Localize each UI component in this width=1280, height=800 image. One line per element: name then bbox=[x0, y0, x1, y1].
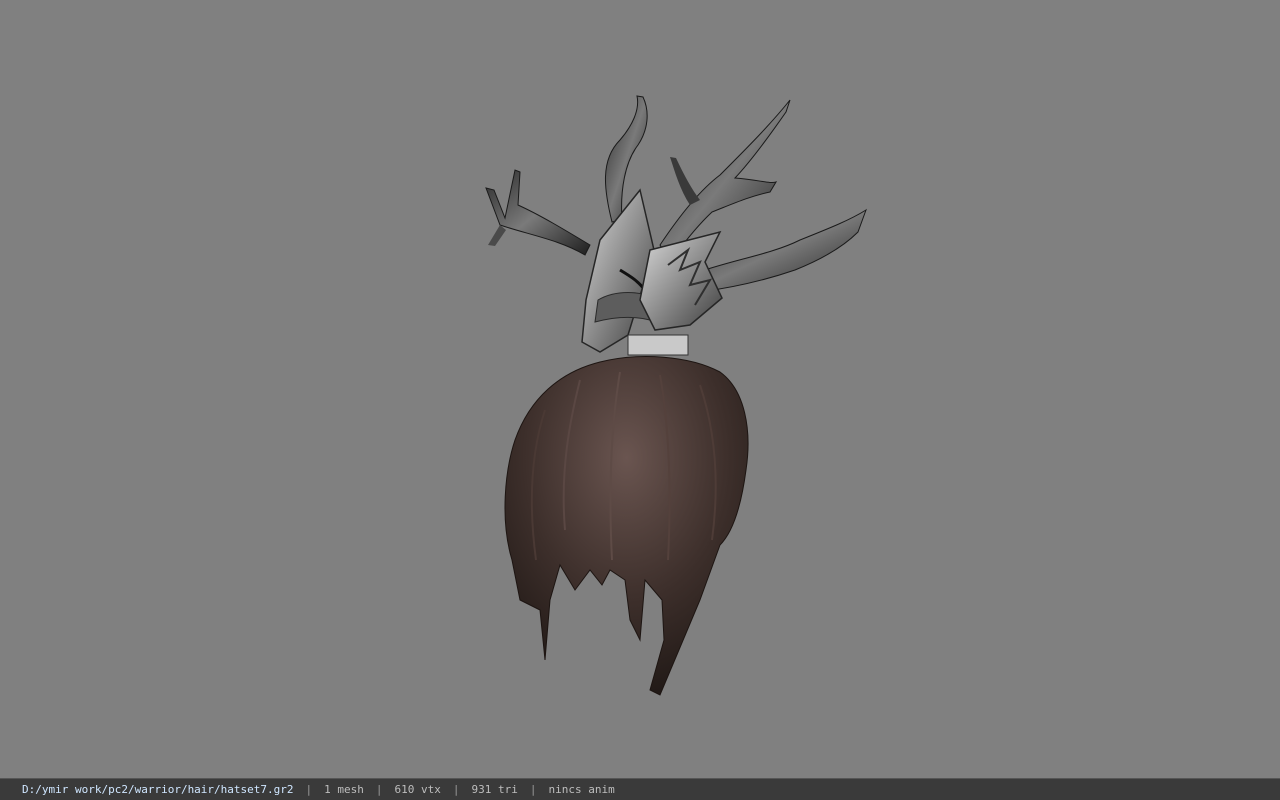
triangle-count-label: 931 tri bbox=[471, 783, 518, 796]
status-separator: | bbox=[375, 783, 383, 796]
mesh-count-label: 1 mesh bbox=[324, 783, 364, 796]
antler-left bbox=[485, 169, 591, 256]
vertex-count-label: 610 vtx bbox=[394, 783, 441, 796]
hat-with-hair-model[interactable] bbox=[0, 0, 1280, 778]
status-separator: | bbox=[452, 783, 460, 796]
file-path-label: D:/ymir work/pc2/warrior/hair/hatset7.gr… bbox=[22, 783, 294, 796]
animation-status-label: nincs anim bbox=[548, 783, 615, 796]
status-separator: | bbox=[529, 783, 537, 796]
hair bbox=[504, 356, 749, 696]
model-viewport[interactable] bbox=[0, 0, 1280, 778]
status-separator: | bbox=[305, 783, 313, 796]
status-bar: D:/ymir work/pc2/warrior/hair/hatset7.gr… bbox=[0, 778, 1280, 800]
